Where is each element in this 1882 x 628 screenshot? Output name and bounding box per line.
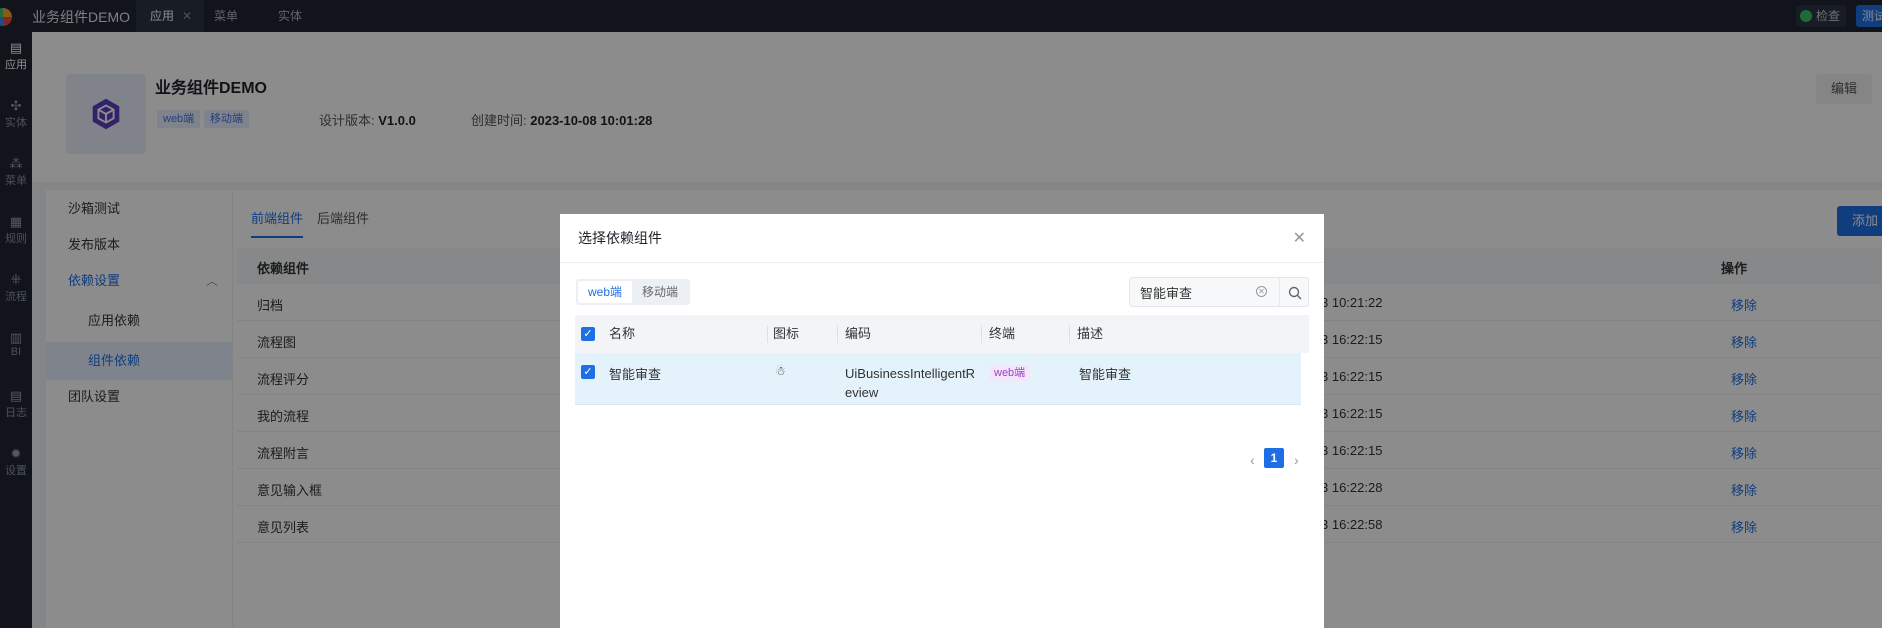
terminal-switch: web端 移动端 bbox=[576, 279, 691, 305]
search-icon bbox=[1288, 287, 1301, 300]
column-header: 编码 bbox=[845, 326, 872, 341]
column-header: 图标 bbox=[773, 326, 800, 341]
segment-mobile[interactable]: 移动端 bbox=[632, 281, 688, 303]
chevron-left-icon[interactable]: ‹ bbox=[1250, 452, 1255, 468]
table-header: ✓ 名称 图标 编码 终端 描述 bbox=[575, 315, 1309, 353]
dialog-title: 选择依赖组件 bbox=[578, 230, 662, 246]
terminal-tag: web端 bbox=[989, 365, 1031, 381]
close-icon[interactable]: ✕ bbox=[1293, 228, 1306, 248]
chevron-right-icon[interactable]: › bbox=[1294, 452, 1299, 468]
table-row[interactable]: ✓ 智能审查 ☃ UiBusinessIntelligentR eview web… bbox=[575, 353, 1301, 405]
column-header: 描述 bbox=[1077, 326, 1104, 341]
column-header: 终端 bbox=[989, 326, 1016, 341]
clear-icon[interactable]: ✕ bbox=[1256, 286, 1267, 297]
component-name: 智能审查 bbox=[609, 367, 662, 382]
column-divider bbox=[1069, 325, 1070, 343]
column-divider bbox=[837, 325, 838, 343]
select-all-checkbox[interactable]: ✓ bbox=[581, 327, 595, 341]
code-line: UiBusinessIntelligentR bbox=[845, 366, 976, 381]
dialog-divider bbox=[560, 262, 1324, 263]
select-dependency-dialog: 选择依赖组件 ✕ web端 移动端 ✕ ✓ 名称 图标 编码 终端 描述 bbox=[560, 214, 1324, 628]
robot-icon: ☃ bbox=[775, 364, 786, 378]
component-desc: 智能审查 bbox=[1079, 367, 1132, 382]
column-divider bbox=[981, 325, 982, 343]
component-table: ✓ 名称 图标 编码 终端 描述 ✓ 智能审查 ☃ UiBusinessInte… bbox=[575, 315, 1309, 405]
search-input[interactable] bbox=[1130, 278, 1276, 306]
segment-web[interactable]: web端 bbox=[578, 281, 633, 303]
page-number[interactable]: 1 bbox=[1264, 448, 1284, 468]
component-code: UiBusinessIntelligentR eview bbox=[845, 364, 975, 402]
row-checkbox[interactable]: ✓ bbox=[581, 365, 595, 379]
column-header: 名称 bbox=[609, 326, 636, 341]
search-box: ✕ bbox=[1129, 277, 1309, 307]
search-button[interactable] bbox=[1279, 278, 1309, 306]
code-line: eview bbox=[845, 385, 879, 400]
column-divider bbox=[767, 325, 768, 343]
